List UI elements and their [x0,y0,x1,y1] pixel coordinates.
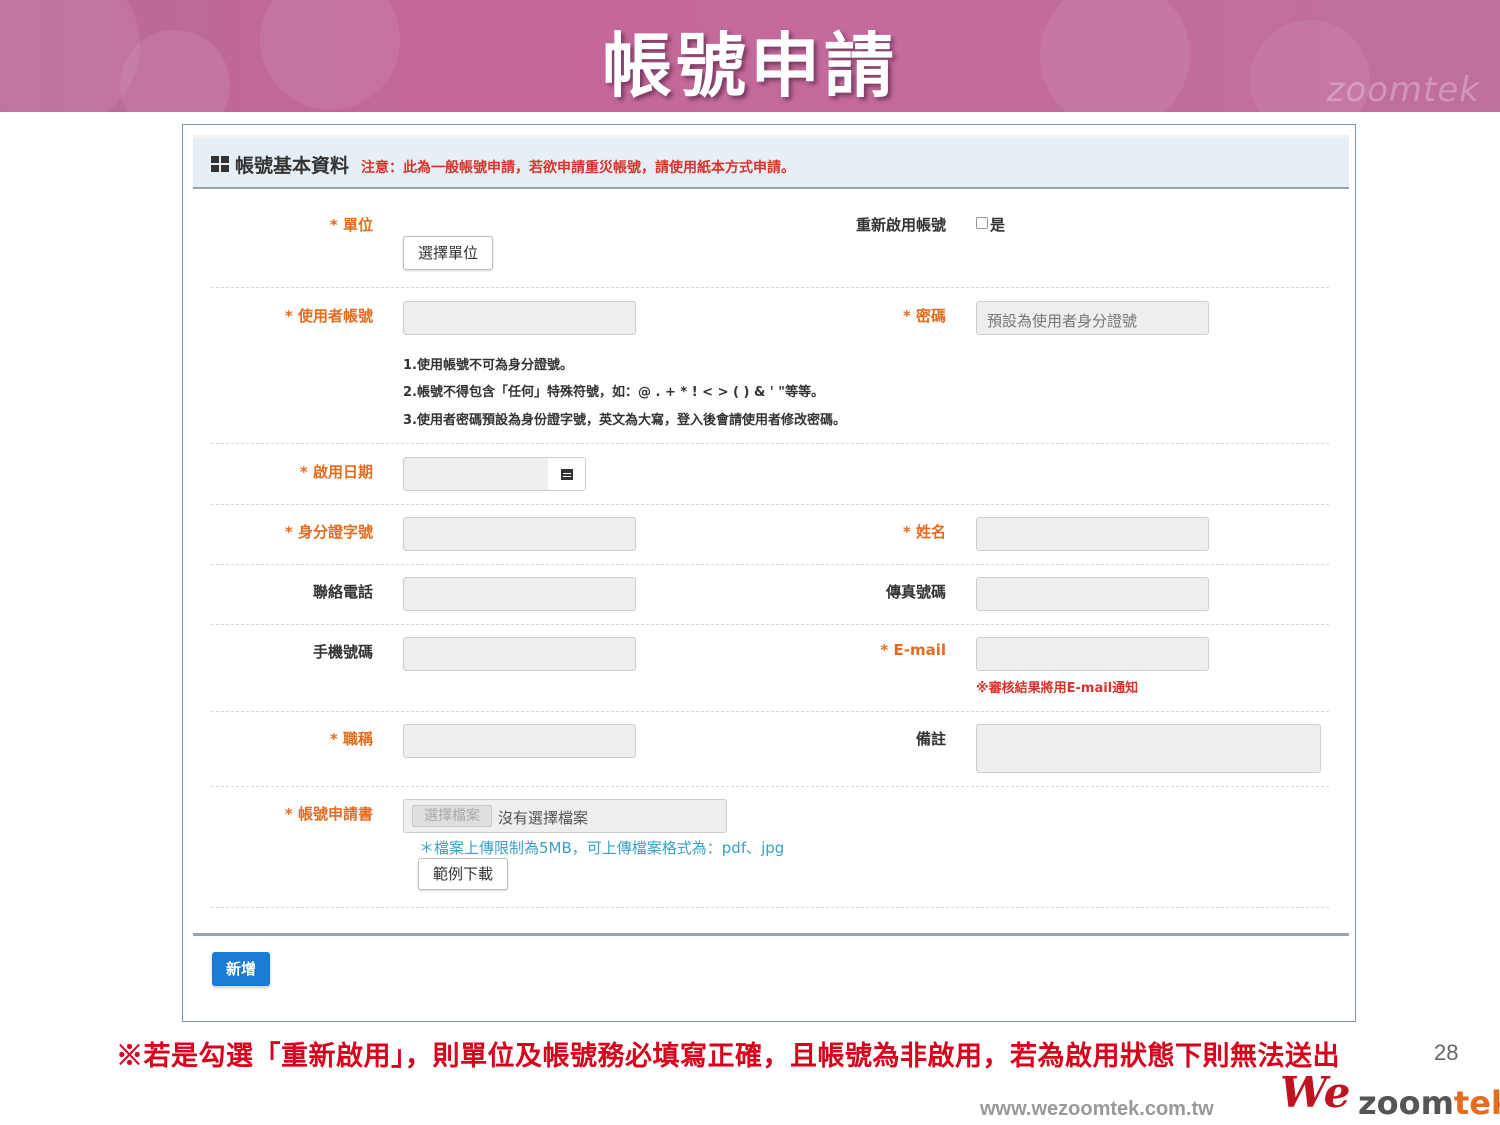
panel-header: 帳號基本資料 注意：此為一般帳號申請，若欲申請重災帳號，請使用紙本方式申請。 [193,135,1349,189]
row-divider [211,443,1329,444]
row-divider [211,564,1329,565]
reactivate-option-label: 是 [990,216,1006,234]
reactivate-label: 重新啟用帳號 [855,216,946,234]
username-label: * 使用者帳號 [284,307,373,325]
row-divider [211,504,1329,505]
row-divider [211,287,1329,288]
password-label: * 密碼 [902,307,946,325]
footer-divider [193,933,1349,936]
unit-label: * 單位 [329,216,373,234]
mobile-label: 手機號碼 [312,643,373,661]
password-input[interactable]: 預設為使用者身分證號 [976,301,1209,335]
job-title-label: * 職稱 [329,730,373,748]
calendar-button[interactable] [548,457,586,491]
calendar-icon [561,469,573,480]
row-divider [211,786,1329,787]
start-date-input[interactable] [403,457,549,491]
slide-title: 帳號申請 [602,25,898,107]
brand-tek: tek [1453,1084,1500,1122]
brand-we: We [1280,1068,1351,1117]
email-input[interactable] [976,637,1209,671]
row-divider [211,711,1329,712]
name-label: * 姓名 [902,523,946,541]
row-divider [211,907,1329,908]
fax-label: 傳真號碼 [885,583,946,601]
reactivation-warning: ※若是勾選「重新啟用」，則單位及帳號務必填寫正確，且帳號為非啟用，若為啟用狀態下… [116,1041,1340,1072]
choose-file-button[interactable]: 選擇檔案 [412,805,492,827]
page-number: 28 [1434,1040,1459,1065]
email-label: * E-mail [880,641,946,659]
reactivate-checkbox[interactable] [976,217,988,229]
select-unit-button[interactable]: 選擇單位 [403,236,493,270]
remarks-textarea[interactable] [976,724,1321,773]
id-number-label: * 身分證字號 [284,523,373,541]
brand-logo: We zoomtek [1276,1064,1500,1124]
job-title-input[interactable] [403,724,636,758]
remarks-label: 備註 [915,730,946,748]
panel-notice: 注意：此為一般帳號申請，若欲申請重災帳號，請使用紙本方式申請。 [361,160,795,176]
hint-line-1: 1.使用帳號不可為身分證號。 [403,358,573,373]
phone-input[interactable] [403,577,636,611]
hint-line-3: 3.使用者密碼預設為身份證字號，英文為大寫，登入後會請使用者修改密碼。 [403,413,846,428]
name-input[interactable] [976,517,1209,551]
sample-download-button[interactable]: 範例下載 [418,858,508,890]
banner-watermark: zoomtek [1326,70,1480,110]
phone-label: 聯絡電話 [312,583,373,601]
row-divider [211,624,1329,625]
file-status: 沒有選擇檔案 [498,809,589,827]
form-screenshot: 帳號基本資料 注意：此為一般帳號申請，若欲申請重災帳號，請使用紙本方式申請。 *… [182,124,1356,1022]
file-input[interactable]: 選擇檔案 沒有選擇檔案 [403,799,727,833]
website-url: www.wezoomtek.com.tw [980,1098,1214,1120]
hint-line-2: 2.帳號不得包含「任何」特殊符號，如：@ . + * ! < > ( ) & '… [403,385,825,400]
application-form-label: * 帳號申請書 [284,805,373,823]
slide-banner: 帳號申請 zoomtek [0,0,1500,140]
email-note: ※審核結果將用E-mail通知 [976,681,1139,696]
panel-title: 帳號基本資料 [235,155,350,177]
grid-icon [211,156,229,172]
brand-zoom: zoom [1358,1084,1454,1122]
upload-note: ＊檔案上傳限制為5MB，可上傳檔案格式為：pdf、jpg [419,839,785,857]
id-number-input[interactable] [403,517,636,551]
username-input[interactable] [403,301,636,335]
add-button[interactable]: 新增 [212,952,270,986]
fax-input[interactable] [976,577,1209,611]
brand-zoomtek: zoomtek [1358,1084,1500,1122]
mobile-input[interactable] [403,637,636,671]
start-date-label: * 啟用日期 [299,463,373,481]
